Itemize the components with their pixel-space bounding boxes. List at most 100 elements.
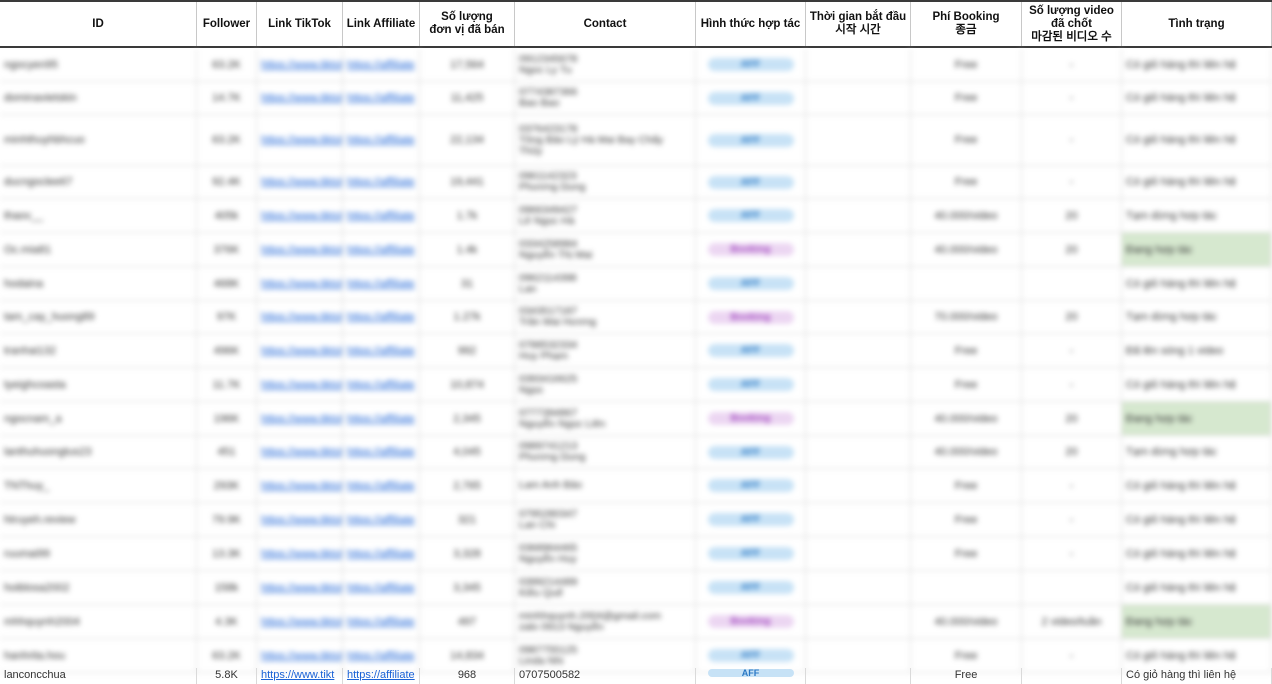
cell-id[interactable]: TNThuy_	[0, 469, 197, 502]
cell-start[interactable]	[806, 571, 911, 604]
table-row[interactable]: ngocyen95 63.2K https://www.tiktok https://…	[0, 48, 1272, 82]
cell-type[interactable]: AFF	[696, 469, 806, 502]
cell-sold[interactable]: 968	[420, 668, 515, 684]
cell-sold[interactable]: 3,345	[420, 571, 515, 604]
table-row[interactable]: lanthuhuongtus23 451 https://www.tiktok htt…	[0, 436, 1272, 469]
table-row[interactable]: htruyeh.review 79.9K https://www.tiktok htt…	[0, 503, 1272, 537]
cell-start[interactable]	[806, 605, 911, 638]
cell-affiliate[interactable]: https://affiliate	[343, 402, 420, 435]
cell-videos[interactable]	[1022, 668, 1122, 684]
cell-fee[interactable]: Free	[911, 115, 1022, 165]
column-header-type[interactable]: Hình thức hợp tác	[696, 2, 806, 46]
table-row[interactable]: mhhquynh2004 4.3K https://www.tiktok https:…	[0, 605, 1272, 639]
cell-type[interactable]: Booking	[696, 605, 806, 638]
cell-contact[interactable]: 0795280347 Lan Chi	[515, 503, 696, 536]
column-header-contact[interactable]: Contact	[515, 2, 696, 46]
cell-affiliate[interactable]: https://affiliate	[343, 48, 420, 81]
cell-contact[interactable]: 0334258984 Nguyễn Thị Mai	[515, 233, 696, 266]
cell-contact[interactable]: minhhquynh.2004@gmail.com zalo 0913 Nguyễ…	[515, 605, 696, 638]
cell-contact[interactable]: 0989741213 Phương Dung	[515, 436, 696, 468]
cell-type[interactable]: AFF	[696, 571, 806, 604]
cell-status[interactable]: Đang hợp tác	[1122, 605, 1272, 638]
cell-sold[interactable]: 1.7k	[420, 199, 515, 232]
cell-affiliate[interactable]: https://affiliate	[343, 267, 420, 300]
cell-start[interactable]	[806, 115, 911, 165]
cell-follower[interactable]: 79.9K	[197, 503, 257, 536]
cell-follower[interactable]: 14.7K	[197, 82, 257, 114]
type-chip[interactable]: Booking	[707, 243, 794, 256]
type-chip[interactable]: Booking	[707, 310, 794, 324]
cell-affiliate[interactable]: https://affiliate	[343, 537, 420, 570]
cell-videos[interactable]: -	[1022, 82, 1122, 114]
type-chip[interactable]: AFF	[707, 445, 794, 459]
column-header-fee[interactable]: Phí Booking 종금	[911, 2, 1022, 46]
cell-start[interactable]	[806, 199, 911, 232]
cell-status[interactable]: Có giỏ hàng thì liên hệ	[1122, 668, 1272, 684]
table-row[interactable]: TNThuy_ 293K https://www.tiktok https://aff…	[0, 469, 1272, 503]
cell-follower[interactable]: 4.3K	[197, 605, 257, 638]
type-chip[interactable]: Booking	[707, 615, 794, 628]
cell-start[interactable]	[806, 402, 911, 435]
cell-id[interactable]: htruyeh.review	[0, 503, 197, 536]
cell-affiliate[interactable]: https://affiliate	[343, 571, 420, 604]
cell-fee[interactable]	[911, 267, 1022, 300]
cell-status[interactable]: Có giỏ hàng thì liên hệ	[1122, 166, 1272, 198]
cell-videos[interactable]: -	[1022, 166, 1122, 198]
column-header-videos[interactable]: Số lượng video đã chốt 마감된 비디오 수	[1022, 2, 1122, 46]
type-chip[interactable]: AFF	[707, 649, 794, 662]
cell-tiktok[interactable]: https://www.tiktok	[257, 166, 343, 198]
cell-type[interactable]: AFF	[696, 267, 806, 300]
cell-id[interactable]: ducngoclee67	[0, 166, 197, 198]
cell-tiktok[interactable]: https://www.tiktok	[257, 402, 343, 435]
cell-id[interactable]: dominavietskin	[0, 82, 197, 114]
cell-fee[interactable]: 40.000/video	[911, 233, 1022, 266]
cell-type[interactable]: AFF	[696, 199, 806, 232]
table-row[interactable]: hoiblosa2002 158k https://www.tiktok https:…	[0, 571, 1272, 605]
cell-tiktok[interactable]: https://www.tiktok	[257, 233, 343, 266]
cell-status[interactable]: Có giỏ hàng thì liên hệ	[1122, 368, 1272, 401]
cell-start[interactable]	[806, 469, 911, 502]
cell-follower[interactable]: 158k	[197, 571, 257, 604]
cell-fee[interactable]: 40.000/video	[911, 402, 1022, 435]
cell-tiktok[interactable]: https://www.tiktok	[257, 605, 343, 638]
cell-sold[interactable]: 497	[420, 605, 515, 638]
cell-follower[interactable]: 92.4K	[197, 166, 257, 198]
cell-contact[interactable]: 0774387366 Bao Bao	[515, 82, 696, 114]
cell-type[interactable]: AFF	[696, 537, 806, 570]
type-chip[interactable]: AFF	[707, 133, 794, 147]
cell-status[interactable]: Có giỏ hàng thì liên hệ	[1122, 48, 1272, 81]
cell-status[interactable]: Có giỏ hàng thì liên hệ	[1122, 267, 1272, 300]
cell-sold[interactable]: 321	[420, 503, 515, 536]
type-chip[interactable]: AFF	[707, 581, 794, 594]
type-chip[interactable]: AFF	[707, 669, 794, 678]
cell-contact[interactable]: 0393416625 Ngọc	[515, 368, 696, 401]
cell-videos[interactable]: -	[1022, 368, 1122, 401]
cell-type[interactable]: Booking	[696, 402, 806, 435]
cell-contact[interactable]: 0962114398 Lan	[515, 267, 696, 300]
cell-tiktok[interactable]: https://www.tiktok	[257, 115, 343, 165]
cell-start[interactable]	[806, 233, 911, 266]
cell-status[interactable]: Đã lên sóng 1 video	[1122, 334, 1272, 367]
cell-follower[interactable]: 496K	[197, 334, 257, 367]
column-header-sold[interactable]: Số lượng đơn vị đã bán	[420, 2, 515, 46]
cell-tiktok[interactable]: https://www.tiktok	[257, 469, 343, 502]
cell-videos[interactable]: -	[1022, 469, 1122, 502]
cell-status[interactable]: Tạm dừng hợp tác	[1122, 301, 1272, 333]
cell-type[interactable]: AFF	[696, 166, 806, 198]
cell-videos[interactable]: 20	[1022, 301, 1122, 333]
cell-contact[interactable]: 0788532334 Huy Phạm	[515, 334, 696, 367]
column-header-affiliate[interactable]: Link Affiliate	[343, 2, 420, 46]
cell-affiliate[interactable]: https://affiliate	[343, 469, 420, 502]
cell-affiliate[interactable]: https://affiliate	[343, 199, 420, 232]
cell-videos[interactable]: 20	[1022, 199, 1122, 232]
type-chip[interactable]: AFF	[707, 58, 794, 71]
cell-id[interactable]: thaov__	[0, 199, 197, 232]
cell-contact[interactable]: Lam Anh Bảo	[515, 469, 696, 502]
cell-tiktok-link[interactable]: https://www.tikt	[257, 668, 343, 684]
cell-start[interactable]	[806, 82, 911, 114]
cell-tiktok[interactable]: https://www.tiktok	[257, 571, 343, 604]
cell-affiliate[interactable]: https://affiliate	[343, 334, 420, 367]
cell-follower[interactable]: 5.8K	[197, 668, 257, 684]
cell-sold[interactable]: 19,441	[420, 166, 515, 198]
column-header-start[interactable]: Thời gian bắt đầu 시작 시간	[806, 2, 911, 46]
